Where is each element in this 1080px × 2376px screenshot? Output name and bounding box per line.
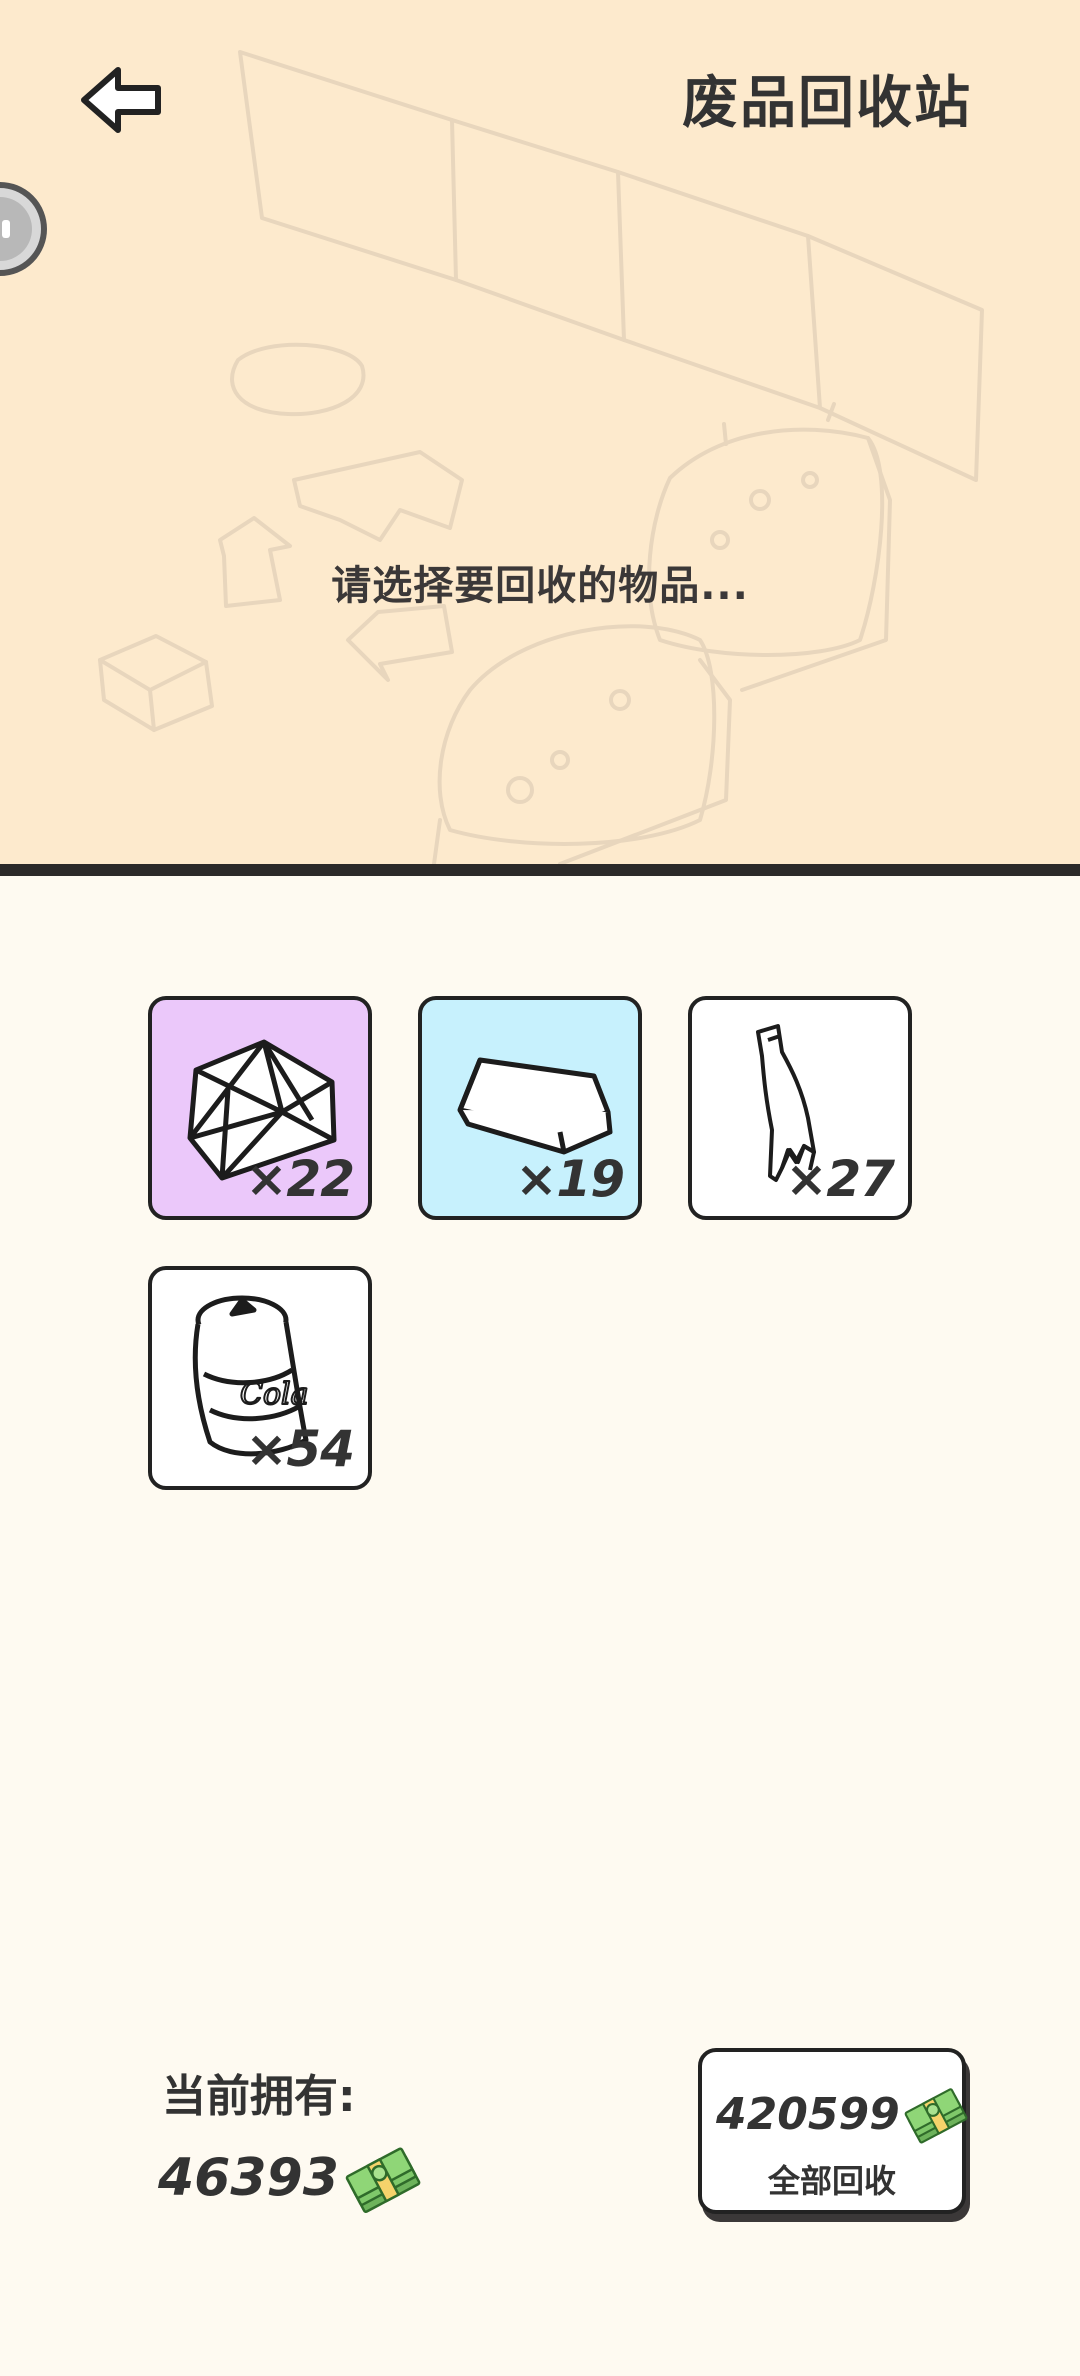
item-count: ×54 xyxy=(245,1420,355,1478)
item-slot-broken-bottle[interactable]: ×27 xyxy=(688,996,912,1220)
page-title: 废品回收站 xyxy=(682,71,972,136)
selection-prompt: 请选择要回收的物品... xyxy=(331,563,749,609)
cash-stack-icon xyxy=(904,2088,968,2144)
display-panel: 废品回收站 请选择要回收的物品... xyxy=(0,0,1080,864)
svg-text:Cola: Cola xyxy=(240,1377,309,1412)
item-count: ×27 xyxy=(785,1150,895,1208)
side-pause-icon[interactable] xyxy=(0,178,50,280)
item-slot-cola-can[interactable]: Cola ×54 xyxy=(148,1266,372,1490)
owned-label: 当前拥有: xyxy=(162,2071,356,2122)
cash-stack-icon xyxy=(345,2147,421,2213)
recycle-all-label: 全部回收 xyxy=(767,2162,896,2200)
panel-divider xyxy=(0,864,1080,876)
item-slot-gem[interactable]: ×22 xyxy=(148,996,372,1220)
item-slot-metal-bar[interactable]: ×19 xyxy=(418,996,642,1220)
recycle-all-amount-value: 420599 xyxy=(716,2088,900,2140)
owned-amount-value: 46393 xyxy=(158,2148,339,2208)
back-arrow-icon xyxy=(81,67,161,133)
owned-amount: 46393 xyxy=(158,2140,421,2216)
recycle-all-amount: 420599 xyxy=(716,2082,968,2146)
recycle-all-button[interactable]: 420599 全部回收 xyxy=(698,2048,968,2214)
item-count: ×22 xyxy=(245,1150,355,1208)
back-button[interactable] xyxy=(78,64,168,136)
item-count: ×19 xyxy=(515,1150,625,1208)
